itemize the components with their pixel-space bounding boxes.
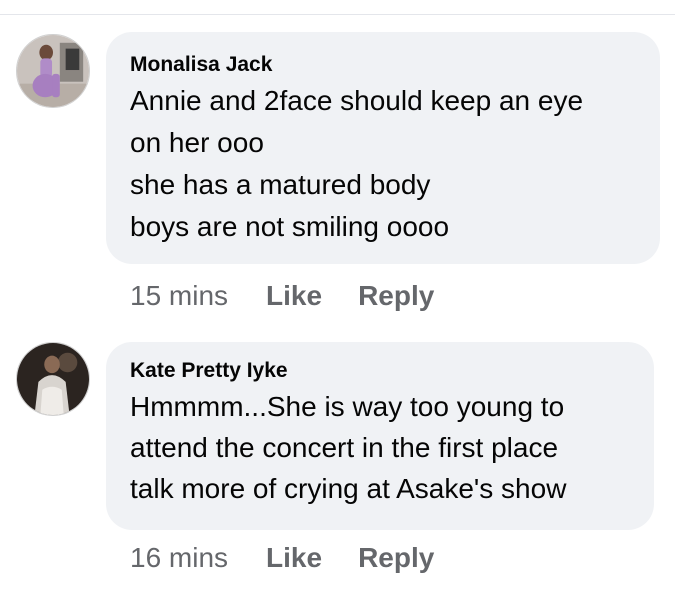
- like-button[interactable]: Like: [266, 280, 322, 312]
- comment-text-line: Annie and 2face should keep an eye: [130, 85, 584, 116]
- avatar[interactable]: [16, 34, 90, 108]
- comment-bubble: Kate Pretty Iyke Hmmmm...She is way too …: [106, 342, 654, 530]
- like-button[interactable]: Like: [266, 542, 322, 574]
- profile-photo-icon: [17, 343, 89, 415]
- comment-timestamp[interactable]: 16 mins: [130, 542, 228, 574]
- comment-author[interactable]: Monalisa Jack: [130, 50, 634, 80]
- comment-text-line: talk more of crying at Asake's show: [130, 473, 567, 504]
- comment-actions: 16 mins Like Reply: [130, 542, 470, 574]
- comment-author[interactable]: Kate Pretty Iyke: [130, 356, 628, 386]
- comment-actions: 15 mins Like Reply: [130, 280, 470, 312]
- comment-timestamp[interactable]: 15 mins: [130, 280, 228, 312]
- top-divider: [0, 14, 675, 15]
- avatar[interactable]: [16, 342, 90, 416]
- profile-photo-icon: [17, 35, 89, 107]
- comment-text-line: Hmmmm...She is way too young to: [130, 391, 565, 422]
- comment-text-line: she has a matured body: [130, 169, 431, 200]
- comment-text-line: boys are not smiling oooo: [130, 211, 450, 242]
- comment-text-line: attend the concert in the first place: [130, 432, 559, 463]
- reply-button[interactable]: Reply: [358, 280, 434, 312]
- comment-text-line: on her ooo: [130, 127, 264, 158]
- comment-bubble: Monalisa Jack Annie and 2face should kee…: [106, 32, 660, 264]
- reply-button[interactable]: Reply: [358, 542, 434, 574]
